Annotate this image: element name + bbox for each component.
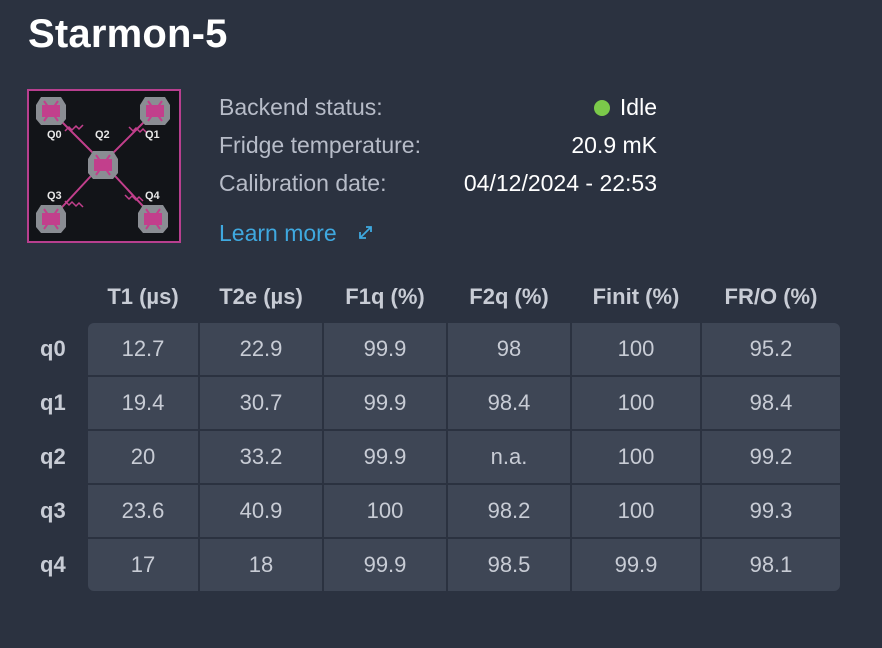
fridge-temperature-value: 20.9 mK (571, 132, 657, 158)
table-cell: 17 (88, 539, 198, 591)
backend-status-value-wrap: Idle (593, 90, 657, 124)
table-cell: 12.7 (88, 323, 198, 375)
table-cell: 98 (448, 323, 570, 375)
backend-info-panel: Backend status: Idle Fridge temperature:… (219, 90, 659, 204)
table-cell: 100 (572, 431, 700, 483)
table-cell: 33.2 (200, 431, 322, 483)
table-cell: 99.9 (324, 377, 446, 429)
table-cell: 18 (200, 539, 322, 591)
table-cell: n.a. (448, 431, 570, 483)
chip-diagram-svg: Q0 Q2 Q1 Q3 Q4 (29, 91, 179, 241)
chip-label-q3: Q3 (47, 190, 62, 202)
table-cell: 99.2 (702, 431, 840, 483)
chip-label-q4: Q4 (145, 190, 161, 202)
row-label-q0: q0 (40, 336, 66, 361)
backend-status-value: Idle (619, 94, 657, 120)
qubit-metrics-table: 12.7 22.9 99.9 98 100 95.2 19.4 30.7 99.… (88, 323, 840, 591)
col-header-t1: T1 (µs) (107, 284, 179, 309)
table-cell: 98.1 (702, 539, 840, 591)
page-title: Starmon-5 (28, 12, 228, 56)
table-cell: 98.5 (448, 539, 570, 591)
table-cell: 100 (572, 323, 700, 375)
col-header-finit: Finit (%) (592, 284, 680, 309)
table-cell: 22.9 (200, 323, 322, 375)
fridge-temperature-row: Fridge temperature: 20.9 mK (219, 128, 659, 166)
table-cell: 23.6 (88, 485, 198, 537)
table-cell: 100 (324, 485, 446, 537)
row-label-q3: q3 (40, 498, 66, 523)
backend-status-label: Backend status: (219, 94, 383, 120)
table-cell: 99.9 (324, 323, 446, 375)
chip-label-q0: Q0 (47, 129, 62, 141)
table-cell: 100 (572, 377, 700, 429)
table-cell: 98.4 (702, 377, 840, 429)
external-link-icon (351, 225, 376, 246)
table-cell: 30.7 (200, 377, 322, 429)
table-cell: 98.2 (448, 485, 570, 537)
table-cell: 99.9 (324, 431, 446, 483)
row-label-q2: q2 (40, 444, 66, 469)
learn-more-label: Learn more (219, 220, 337, 246)
calibration-date-row: Calibration date: 04/12/2024 - 22:53 (219, 166, 659, 204)
chip-label-q1: Q1 (145, 129, 160, 141)
row-label-q1: q1 (40, 390, 66, 415)
col-header-fro: FR/O (%) (724, 284, 818, 309)
row-label-q4: q4 (40, 552, 66, 577)
calibration-date-value: 04/12/2024 - 22:53 (463, 170, 657, 196)
col-header-t2e: T2e (µs) (219, 284, 303, 309)
table-cell: 98.4 (448, 377, 570, 429)
table-cell: 95.2 (702, 323, 840, 375)
table-cell: 20 (88, 431, 198, 483)
chip-label-q2: Q2 (95, 129, 110, 141)
table-cell: 40.9 (200, 485, 322, 537)
backend-status-row: Backend status: Idle (219, 90, 659, 128)
chip-diagram-image: Q0 Q2 Q1 Q3 Q4 (27, 89, 181, 243)
table-cell: 99.3 (702, 485, 840, 537)
status-dot-icon (593, 100, 610, 116)
learn-more-link[interactable]: Learn more (219, 220, 376, 247)
fridge-temperature-label: Fridge temperature: (219, 132, 421, 158)
table-cell: 99.9 (324, 539, 446, 591)
table-cell: 99.9 (572, 539, 700, 591)
table-cell: 100 (572, 485, 700, 537)
table-cell: 19.4 (88, 377, 198, 429)
col-header-f2q: F2q (%) (469, 284, 549, 309)
calibration-date-label: Calibration date: (219, 170, 387, 196)
col-header-f1q: F1q (%) (345, 284, 425, 309)
